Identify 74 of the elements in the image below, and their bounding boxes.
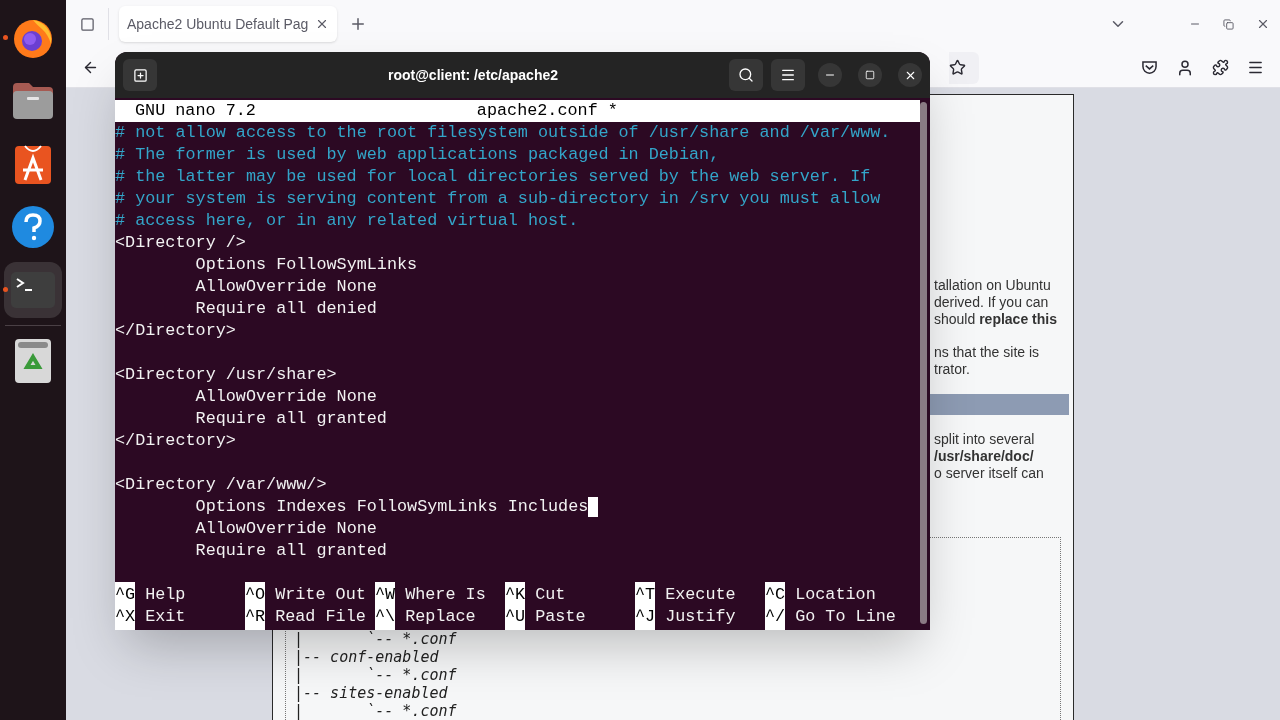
tree-line: |-- conf-enabled [294, 648, 440, 666]
code-line: </Directory> [115, 320, 236, 343]
extensions-icon[interactable] [1212, 59, 1229, 76]
shortcut-label: Location [795, 584, 876, 607]
tab-list-icon [79, 16, 95, 32]
comment-line: # the latter may be used for local directories served by the web server. If [115, 166, 871, 189]
shortcut-label: Justify [665, 606, 736, 629]
menu-icon[interactable] [1247, 59, 1264, 76]
folder-icon [11, 81, 55, 121]
close-icon[interactable] [1256, 17, 1270, 31]
page-text: tallation on Ubuntu [934, 277, 1052, 294]
minimize-button[interactable] [818, 63, 842, 87]
shortcut-label: Write Out [275, 584, 366, 607]
account-icon[interactable] [1176, 58, 1194, 77]
page-text: split into several [934, 431, 1036, 448]
trash-icon [15, 339, 51, 383]
comment-line: # not allow access to the root filesystem outside of /usr/share and /var/www. [115, 122, 891, 145]
editor-version: GNU nano 7.2 [135, 100, 256, 123]
tree-line: | `-- *.conf [294, 666, 458, 684]
file-name: apache2.conf * [476, 100, 618, 123]
shortcut-label: Help [145, 584, 186, 607]
comment-line: # your system is serving content from a sub-directory in /srv you must allow [115, 188, 881, 211]
code-line: Require all denied [194, 298, 377, 321]
shortcut-label: Go To Line [795, 606, 896, 629]
search-button[interactable] [729, 59, 763, 91]
new-tab-icon[interactable] [349, 15, 367, 33]
tree-line: | `-- *.conf [294, 630, 458, 648]
page-text: /usr/share/doc/ [934, 448, 1035, 465]
terminal-icon [11, 272, 55, 308]
code-line: Options FollowSymLinks [194, 254, 418, 277]
tree-line: |-- sites-enabled [294, 684, 449, 702]
comment-line: # The former is used by web applications packaged in Debian, [115, 144, 720, 167]
tab-title: Apache2 Ubuntu Default Pag [127, 14, 310, 34]
page-text: should replace this [934, 311, 1058, 328]
code-line: <Directory /> [115, 232, 246, 255]
pocket-icon[interactable] [1141, 60, 1158, 75]
code-line: Require all granted [194, 540, 387, 563]
shortcut-label: Paste [535, 606, 586, 629]
back-icon[interactable] [82, 59, 99, 76]
code-line: <Directory /usr/share> [115, 364, 337, 387]
bookmark-star-icon[interactable] [949, 59, 966, 76]
maximize-button[interactable] [858, 63, 882, 87]
page-text: ns that the site is [934, 344, 1041, 361]
page-text: trator. [934, 361, 971, 378]
address-bar[interactable] [949, 51, 979, 84]
code-line: AllowOverride None [194, 276, 377, 299]
code-line: </Directory> [115, 430, 236, 453]
code-line: Require all granted [194, 408, 387, 431]
code-line: AllowOverride None [194, 518, 377, 541]
search-icon [738, 67, 754, 83]
new-tab-button[interactable] [123, 59, 157, 91]
help-icon [11, 205, 55, 249]
page-text: o server itself can [934, 465, 1045, 482]
maximize-icon [865, 70, 875, 80]
shortcut-label: Replace [405, 606, 476, 629]
comment-line: # access here, or in any related virtual host. [115, 210, 579, 233]
shortcut-label: Cut [535, 584, 566, 607]
window-title: root@client: /etc/apache2 [387, 65, 559, 85]
shortcut-label: Exit [145, 606, 186, 629]
close-icon[interactable] [315, 17, 329, 31]
new-tab-icon [132, 67, 148, 83]
restore-icon[interactable] [1223, 18, 1234, 30]
browser-tab[interactable]: Apache2 Ubuntu Default Pag [119, 6, 337, 42]
code-line: AllowOverride None [194, 386, 377, 409]
close-button[interactable] [898, 63, 922, 87]
shortcut-label: Where Is [405, 584, 486, 607]
menu-icon [780, 67, 796, 83]
shortcut-label: Read File [275, 606, 366, 629]
menu-button[interactable] [771, 59, 805, 91]
code-line: Options Indexes FollowSymLinks Includes [194, 496, 589, 519]
tree-line: | `-- *.conf [294, 702, 458, 720]
shortcut-label: Execute [665, 584, 736, 607]
code-line: <Directory /var/www/> [115, 474, 327, 497]
page-text: derived. If you can [934, 294, 1050, 311]
